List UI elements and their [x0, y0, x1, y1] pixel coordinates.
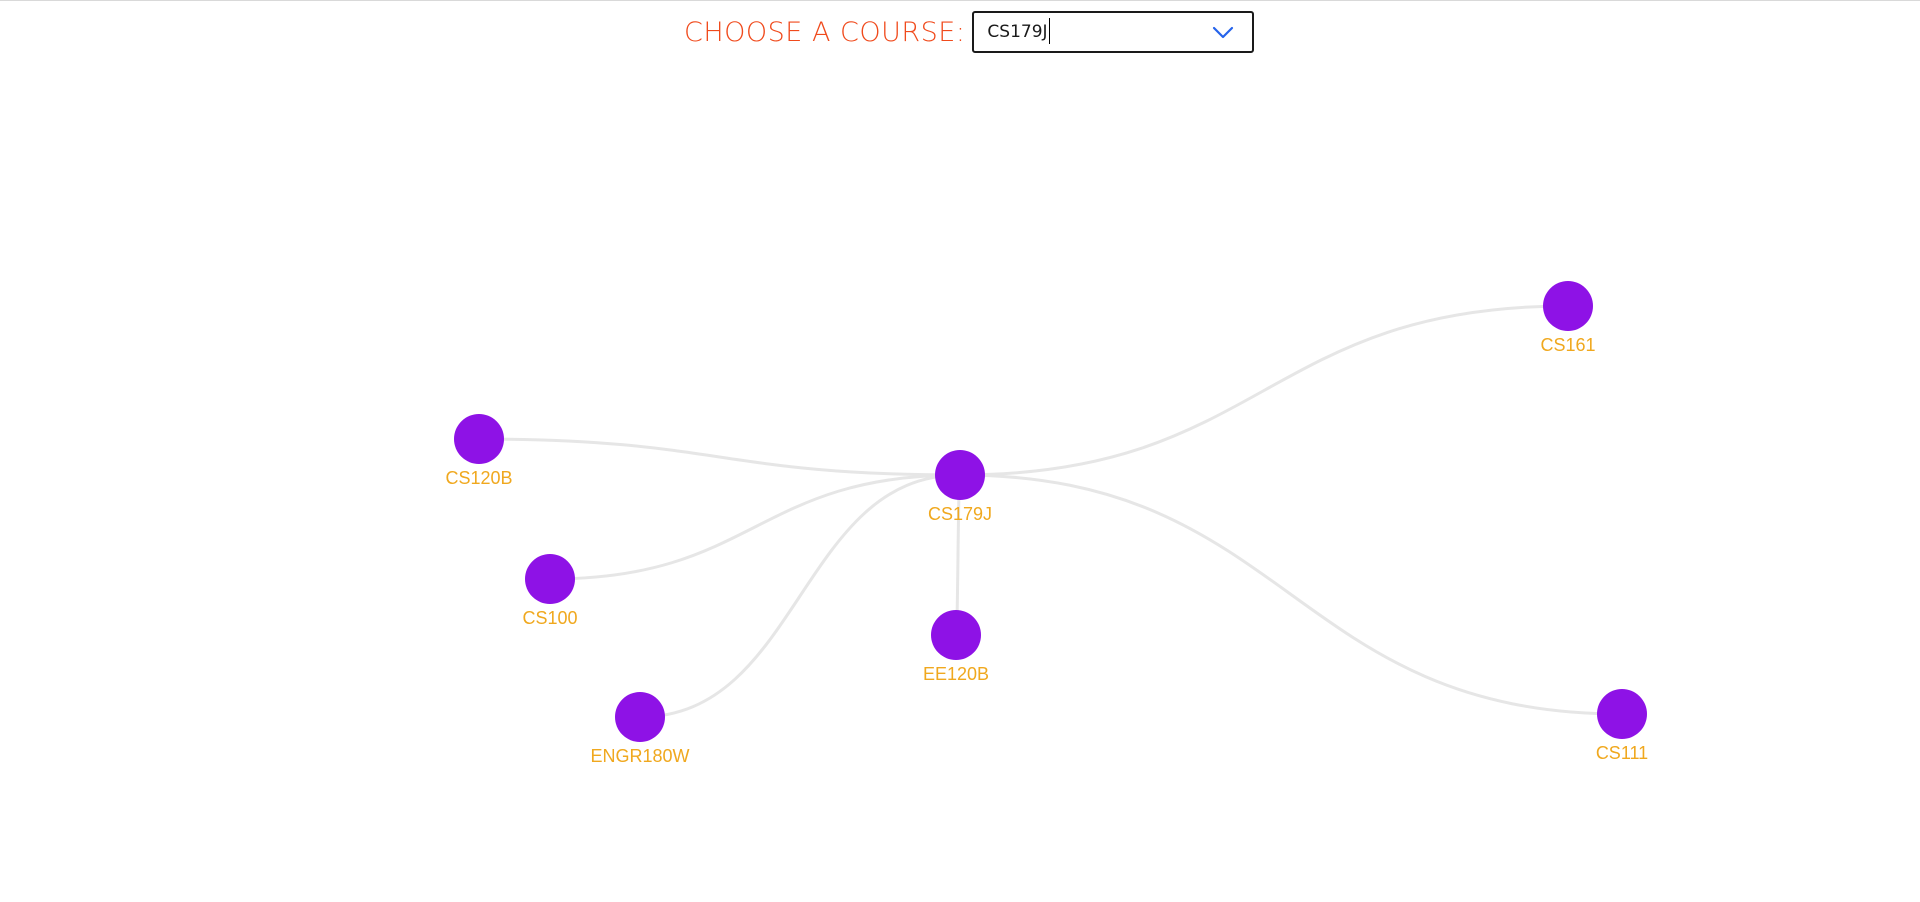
course-select[interactable]: CS179J [972, 11, 1255, 53]
node-cs179j[interactable]: CS179J [928, 450, 992, 524]
node-label-cs179j: CS179J [928, 504, 992, 524]
node-label-cs120b: CS120B [445, 468, 512, 488]
edge-cs179j-cs111 [959, 473, 1623, 716]
node-cs111[interactable]: CS111 [1596, 689, 1648, 763]
node-circle-cs100[interactable] [525, 554, 575, 604]
node-cs100[interactable]: CS100 [522, 554, 578, 628]
course-select-value-wrap: CS179J [987, 13, 1050, 51]
graph-edges [478, 304, 1623, 719]
node-circle-cs111[interactable] [1597, 689, 1647, 739]
node-circle-engr180w[interactable] [615, 692, 665, 742]
text-caret [1048, 17, 1050, 44]
edge-cs179j-cs120b [478, 437, 961, 477]
edge-cs179j-cs161 [959, 304, 1569, 477]
node-circle-cs161[interactable] [1543, 281, 1593, 331]
course-graph: CS179J CS161 CS120B CS100 ENGR180W EE120B CS11… [445, 281, 1648, 766]
chevron-down-icon[interactable] [1212, 26, 1234, 40]
node-label-ee120b: EE120B [923, 664, 989, 684]
node-circle-cs179j[interactable] [935, 450, 985, 500]
choose-course-label: CHOOSE A COURSE: [684, 16, 966, 48]
node-label-engr180w: ENGR180W [590, 746, 689, 766]
edge-cs179j-engr180w [639, 473, 961, 719]
node-cs161[interactable]: CS161 [1540, 281, 1596, 355]
node-circle-cs120b[interactable] [454, 414, 504, 464]
node-label-cs161: CS161 [1540, 335, 1595, 355]
node-circle-ee120b[interactable] [931, 610, 981, 660]
node-cs120b[interactable]: CS120B [445, 414, 513, 488]
course-picker: CHOOSE A COURSE: CS179J [684, 11, 1255, 53]
node-engr180w[interactable]: ENGR180W [590, 692, 690, 766]
node-ee120b[interactable]: EE120B [923, 610, 989, 684]
node-label-cs100: CS100 [522, 608, 577, 628]
node-label-cs111: CS111 [1596, 743, 1648, 763]
course-select-value: CS179J [987, 22, 1048, 42]
